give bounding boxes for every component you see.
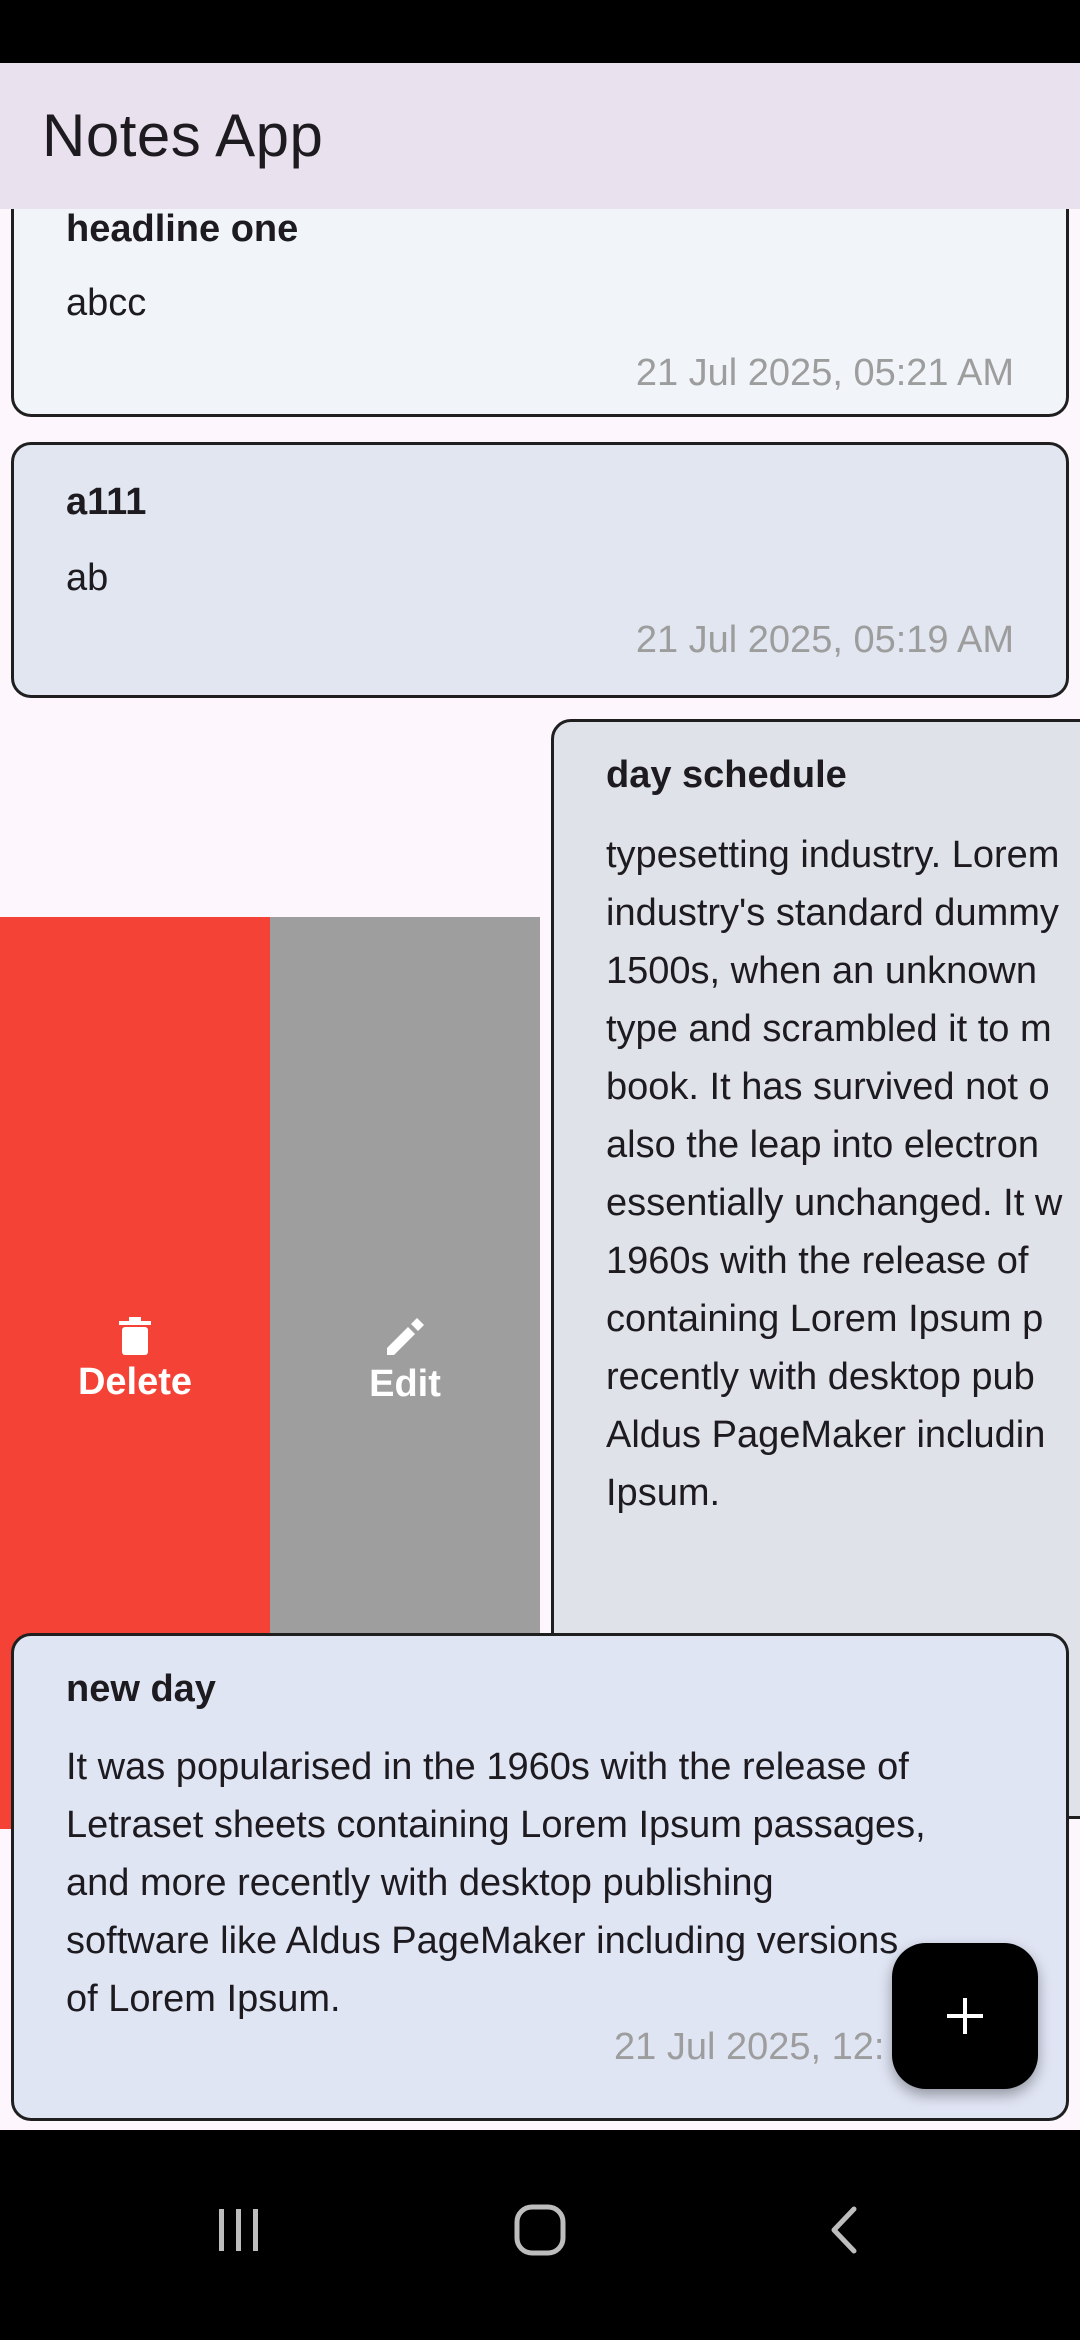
note-body-line: Letraset sheets containing Lorem Ipsum p… [66, 1804, 926, 1846]
app-bar: Notes App [0, 63, 1080, 209]
note-card[interactable]: headline one abcc 21 Jul 2025, 05:21 AM [11, 209, 1069, 417]
system-navigation-bar [0, 2130, 1080, 2340]
note-body-line: book. It has survived not o [606, 1066, 1050, 1108]
note-date: 21 Jul 2025, 12: [614, 2026, 885, 2068]
note-body-line: typesetting industry. Lorem [606, 834, 1060, 876]
note-body: ab [66, 557, 109, 599]
edit-label: Edit [369, 1363, 441, 1405]
note-title: day schedule [606, 754, 847, 796]
recents-button[interactable] [189, 2190, 289, 2270]
plus-icon [947, 1998, 983, 2034]
note-body-line: software like Aldus PageMaker including … [66, 1920, 899, 1962]
note-body-line: and more recently with desktop publishin… [66, 1862, 774, 1904]
note-body-line: type and scrambled it to m [606, 1008, 1052, 1050]
note-title: new day [66, 1668, 216, 1710]
note-body-line: recently with desktop pub [606, 1356, 1035, 1398]
note-title: headline one [66, 209, 299, 250]
recents-icon [219, 2209, 258, 2251]
home-icon [514, 2204, 566, 2256]
trash-icon [119, 1317, 151, 1355]
notes-list[interactable]: headline one abcc 21 Jul 2025, 05:21 AM … [0, 209, 1080, 2130]
back-icon [831, 2206, 857, 2254]
note-body-line: Ipsum. [606, 1472, 721, 1514]
note-body-line: 1500s, when an unknown [606, 950, 1037, 992]
add-note-button[interactable] [892, 1943, 1038, 2089]
note-card[interactable]: a111 ab 21 Jul 2025, 05:19 AM [11, 442, 1069, 698]
note-body-line: also the leap into electron [606, 1124, 1040, 1166]
note-body: typesetting industry. Lorem industry's s… [606, 826, 1062, 1522]
note-body-line: Aldus PageMaker includin [606, 1414, 1046, 1456]
note-body: It was popularised in the 1960s with the… [66, 1738, 926, 2028]
note-body-line: essentially unchanged. It w [606, 1182, 1063, 1224]
page-title: Notes App [42, 102, 324, 169]
pencil-icon [387, 1318, 424, 1355]
back-button[interactable] [793, 2190, 893, 2270]
note-body-line: 1960s with the release of [606, 1240, 1029, 1282]
home-button[interactable] [490, 2190, 590, 2270]
note-body: abcc [66, 282, 147, 324]
delete-label: Delete [77, 1361, 193, 1403]
note-title: a111 [66, 481, 147, 523]
note-body-line: It was popularised in the 1960s with the… [66, 1746, 909, 1788]
status-bar [0, 0, 1080, 63]
note-body-line: industry's standard dummy [606, 892, 1059, 934]
note-body-line: of Lorem Ipsum. [66, 1978, 341, 2020]
note-body-line: containing Lorem Ipsum p [606, 1298, 1044, 1340]
note-date: 21 Jul 2025, 05:19 AM [635, 619, 1014, 661]
note-date: 21 Jul 2025, 05:21 AM [635, 352, 1014, 394]
